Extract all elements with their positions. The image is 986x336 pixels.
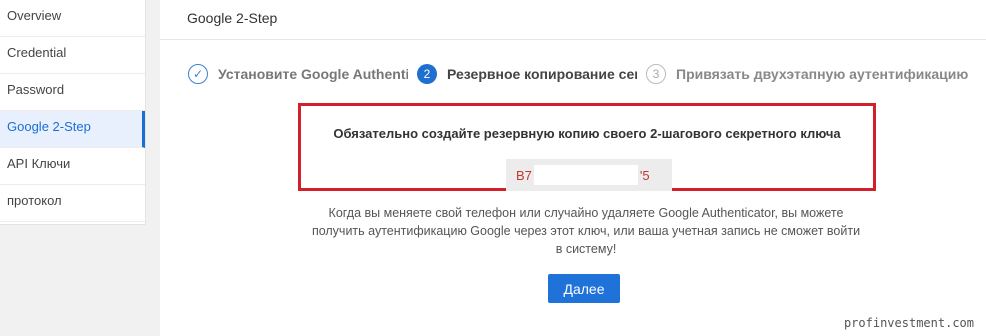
backup-key-highlight: Обязательно создайте резервную копию сво… (298, 103, 876, 191)
next-button[interactable]: Далее (548, 274, 620, 303)
secret-key-end: '5 (639, 167, 650, 183)
sidebar: Overview Credential Password Google 2-St… (0, 0, 146, 225)
step-2: 2 Резервное копирование секретного ключа (417, 60, 637, 88)
sidebar-item-overview[interactable]: Overview (0, 0, 145, 37)
sidebar-item-password[interactable]: Password (0, 74, 145, 111)
stepper: ✓ Установите Google Authenticator 2 Резе… (188, 60, 986, 88)
watermark: profinvestment.com (843, 316, 974, 330)
secret-key-box[interactable]: B7 '5 (506, 159, 672, 191)
step-3: 3 Привязать двухэтапную аутентификацию (646, 60, 986, 88)
secret-key-redaction (533, 165, 638, 185)
step-1: ✓ Установите Google Authenticator (188, 60, 408, 88)
step-3-label: Привязать двухэтапную аутентификацию (676, 66, 969, 82)
step-2-number: 2 (417, 64, 437, 84)
step-2-label: Резервное копирование секретного ключа (447, 66, 637, 82)
sidebar-item-credential[interactable]: Credential (0, 37, 145, 74)
sidebar-item-api-keys[interactable]: API Ключи (0, 148, 145, 185)
step-3-number: 3 (646, 64, 666, 84)
secret-key-start: B7 (516, 167, 532, 183)
sidebar-item-google-2-step[interactable]: Google 2-Step (0, 111, 145, 148)
sidebar-item-protocol[interactable]: протокол (0, 185, 145, 222)
main-panel: Google 2-Step ✓ Установите Google Authen… (160, 0, 986, 336)
backup-warning: Обязательно создайте резервную копию сво… (333, 126, 841, 141)
step-1-label: Установите Google Authenticator (218, 66, 408, 82)
check-icon: ✓ (188, 64, 208, 84)
backup-description: Когда вы меняете свой телефон или случай… (311, 206, 861, 256)
page-title: Google 2-Step (160, 0, 986, 40)
